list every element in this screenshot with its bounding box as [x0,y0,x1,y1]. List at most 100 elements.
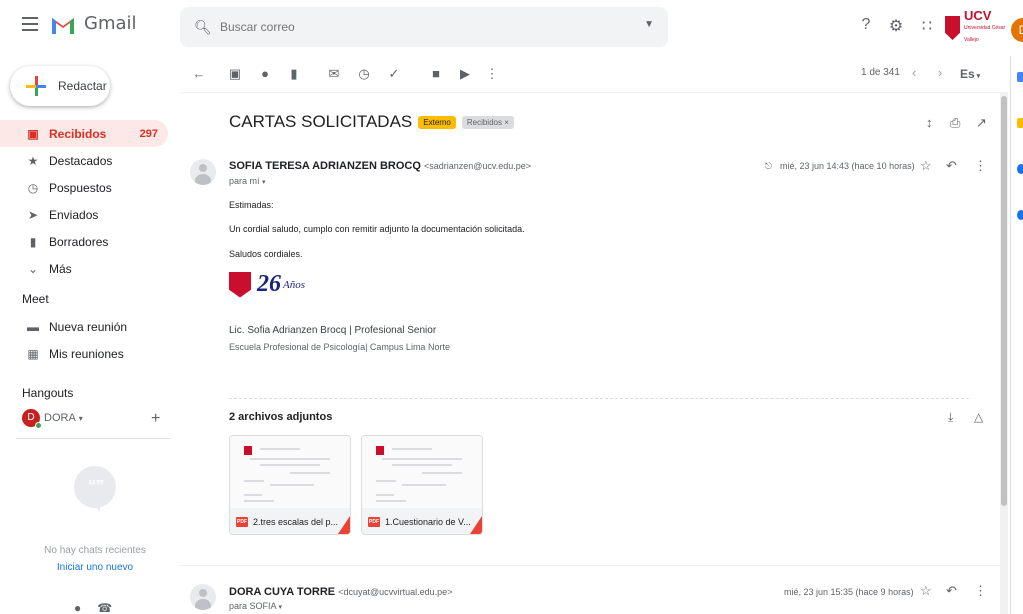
external-tag: Externo [418,115,456,129]
sender-avatar[interactable] [190,159,216,185]
chat-bubble-icon: “” [74,466,116,512]
phone-icon[interactable]: ☎ [97,601,112,614]
pagination: 1 de 341 [861,67,900,78]
sidebar-item-label: Borradores [49,234,109,249]
chevron-down-icon: ⌄ [27,261,39,276]
sidebar-nav: ▣ Recibidos 297 ★ Destacados ◷ Pospuesto… [0,120,170,282]
sidebar-item-enviados[interactable]: ➤ Enviados [0,201,168,228]
report-spam-icon[interactable]: ● [257,66,273,81]
person-icon[interactable]: ● [74,601,81,614]
attachment-preview [362,436,482,508]
add-task-icon[interactable]: ✓ [386,66,402,82]
more-vert-icon[interactable]: ⋮ [974,583,987,599]
star-icon[interactable]: ☆ [920,583,932,599]
recipient-line[interactable]: para SOFIA ▾ [229,601,282,611]
more-vert-icon[interactable]: ⋮ [484,66,500,82]
sender-name[interactable]: DORA CUYA TORRE [229,586,335,598]
search-bar[interactable]: 🔍︎ ▼ [180,7,668,47]
gmail-m-icon [52,17,74,34]
sidebar-item-borradores[interactable]: ▮ Borradores [0,228,168,255]
account-avatar[interactable]: D [1011,18,1023,42]
help-icon[interactable]: ? [856,16,876,34]
search-icon[interactable]: 🔍︎ [194,19,212,35]
reply-icon[interactable]: ↶ [946,583,957,599]
newer-icon[interactable]: ‹ [912,65,916,80]
compose-button[interactable]: Redactar [10,66,110,106]
star-icon[interactable]: ☆ [920,158,932,174]
meet-my-meetings[interactable]: ▦ Mis reuniones [26,347,124,361]
inbox-label-chip[interactable]: Recibidos × [461,115,514,129]
settings-icon[interactable]: ⚙ [886,16,906,36]
attachment-card[interactable]: PDF 2.tres escalas del p... [229,435,351,535]
download-all-icon[interactable]: ⤓ [948,410,953,425]
online-status-icon [35,422,42,429]
contacts-addon-icon[interactable] [1017,210,1023,220]
sidebar-item-mas[interactable]: ⌄ Más [0,255,168,282]
gmail-logo[interactable]: Gmail [50,13,137,34]
main-menu-icon[interactable] [22,17,38,31]
body-text: Un cordial saludo, cumplo con remitir ad… [229,224,525,234]
pdf-corner-icon [470,516,482,534]
anniversary-logo: 26 Años [229,271,305,298]
expand-all-icon[interactable]: ↕ [926,115,933,130]
calendar-addon-icon[interactable] [1017,72,1023,82]
add-chat-icon[interactable]: + [151,410,160,428]
input-tools-label: Es [960,67,975,81]
video-icon: ▬ [27,320,39,334]
signature-subtitle: Escuela Profesional de Psicología| Campu… [229,342,450,352]
move-to-icon[interactable]: ■ [428,66,444,81]
back-arrow-icon[interactable]: ← [191,66,207,81]
attachment-preview [230,436,350,508]
sidebar-item-destacados[interactable]: ★ Destacados [0,147,168,174]
side-panel [1010,56,1023,614]
recipient-line[interactable]: para mí ▾ [229,176,266,186]
scrollbar-thumb[interactable] [1001,96,1007,506]
meet-title: Meet [22,292,49,306]
start-new-chat-link[interactable]: Iniciar uno nuevo [0,562,190,573]
meet-item-label: Mis reuniones [49,347,124,361]
attachment-clip-icon: ⎋ [765,161,773,171]
hangouts-user[interactable]: D DORA ▾ [22,409,83,429]
divider [16,438,170,439]
pdf-icon: PDF [368,516,380,527]
sidebar-item-pospuestos[interactable]: ◷ Pospuestos [0,174,168,201]
sender-name[interactable]: SOFIA TERESA ADRIANZEN BROCQ [229,160,421,172]
meet-new-meeting[interactable]: ▬ Nueva reunión [26,320,127,334]
org-logo[interactable]: UCV Universidad César Vallejo [945,9,1007,45]
clock-icon: ◷ [27,180,39,195]
message-subject-row: CARTAS SOLICITADAS Externo Recibidos × [229,112,514,132]
delete-icon[interactable]: ▮ [286,66,302,82]
sidebar-item-label: Más [49,261,72,276]
message-date: mié, 23 jun 14:43 (hace 10 horas) [780,161,915,171]
open-new-window-icon[interactable]: ↗ [976,115,987,131]
sidebar-item-recibidos[interactable]: ▣ Recibidos 297 [0,120,168,147]
add-to-drive-icon[interactable]: △ [974,410,983,424]
sidebar-item-label: Recibidos [49,126,107,141]
reply-icon[interactable]: ↶ [946,158,957,174]
anniversary-number: 26 [257,271,281,297]
tasks-addon-icon[interactable] [1017,164,1023,174]
chevron-down-icon: ▾ [78,413,83,423]
attachment-footer: PDF 1.Cuestionario de V... [362,508,482,534]
inbox-icon: ▣ [27,126,39,141]
more-vert-icon[interactable]: ⋮ [974,158,987,174]
keep-addon-icon[interactable] [1017,118,1023,128]
hangouts-title: Hangouts [22,386,74,400]
attachment-card[interactable]: PDF 1.Cuestionario de V... [361,435,483,535]
star-icon: ★ [27,153,39,168]
apps-grid-icon[interactable]: ∷ [917,16,937,36]
older-icon[interactable]: › [938,65,942,80]
input-tools[interactable]: Es ▾ [960,67,980,81]
print-icon[interactable]: ⎙ [950,115,960,131]
sender-avatar[interactable] [190,584,216,610]
search-input[interactable] [220,20,600,34]
snooze-icon[interactable]: ◷ [356,66,372,82]
signature-name: Lic. Sofia Adrianzen Brocq | Profesional… [229,325,437,336]
attachment-footer: PDF 2.tres escalas del p... [230,508,350,534]
org-shield-icon [945,16,961,40]
search-options-icon[interactable]: ▼ [644,19,654,30]
mark-unread-icon[interactable]: ✉ [326,66,342,82]
archive-icon[interactable]: ▣ [227,66,243,82]
app-name: Gmail [84,13,137,34]
label-icon[interactable]: ▶ [457,66,473,82]
